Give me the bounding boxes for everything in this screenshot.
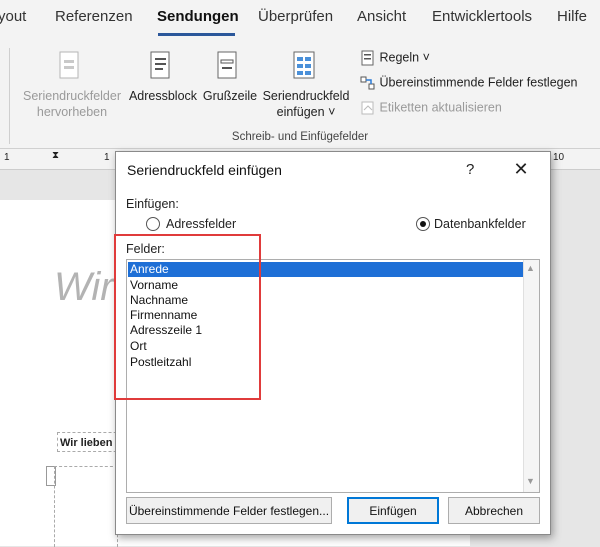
help-icon[interactable]: ? [466,161,474,178]
insert-label: Einfügen: [126,197,179,211]
tab-layout[interactable]: yout [0,8,26,25]
match-fields-label: Übereinstimmende Felder festlegen [379,75,578,90]
scroll-up-icon[interactable]: ▲ [526,263,535,273]
address-block-icon [149,50,177,82]
document-fields-icon [58,50,86,82]
update-labels-label: Etiketten aktualisieren [379,100,502,115]
ruler-mark-center: 1 [104,152,110,163]
chevron-down-icon: ˅ [419,50,430,65]
menu-bar: yout Referenzen Sendungen Überprüfen Ans… [0,0,600,38]
active-tab-indicator [158,33,235,36]
highlight-merge-fields-label: Seriendruckfelder hervorheben [23,89,121,119]
indent-marker[interactable]: ⧗ [52,150,59,161]
radio-selected-dot [420,221,426,227]
match-fields-icon [360,75,376,91]
tab-ueberpruefen[interactable]: Überprüfen [258,8,333,25]
match-fields-button[interactable]: Übereinstimmende Felder festlegen [360,75,578,91]
greeting-line-button[interactable]: Grußzeile [200,50,260,104]
chevron-down-icon: ˅ [324,105,336,119]
close-icon[interactable]: ✕ [510,158,532,180]
greeting-line-label: Grußzeile [202,89,258,103]
radio-address-fields[interactable] [146,217,160,231]
cancel-button[interactable]: Abbrechen [448,497,540,524]
highlight-merge-fields-button[interactable]: Seriendruckfelder hervorheben [18,50,126,120]
radio-database-fields-label: Datenbankfelder [434,217,526,231]
tab-referenzen[interactable]: Referenzen [55,8,133,25]
rules-button[interactable]: Regeln ˅ [360,50,430,66]
insert-merge-field-label-2: einfügen [276,105,325,119]
greeting-line-icon [216,50,244,82]
insert-merge-field-button[interactable]: Seriendruckfeld einfügen ˅ [258,50,354,120]
update-labels-button[interactable]: Etiketten aktualisieren [360,100,502,116]
radio-database-fields[interactable] [416,217,430,231]
insert-merge-field-label-1: Seriendruckfeld [262,89,350,103]
match-fields-dialog-button[interactable]: Übereinstimmende Felder festlegen... [126,497,332,524]
dialog-title: Seriendruckfeld einfügen [127,162,282,178]
highlight-box [114,234,261,400]
insert-button[interactable]: Einfügen [347,497,439,524]
ruler-mark-right: 10 [553,152,565,163]
tab-sendungen[interactable]: Sendungen [157,8,239,25]
fields-scrollbar[interactable]: ▲ ▼ [523,260,539,492]
scroll-down-icon[interactable]: ▼ [526,476,535,486]
address-block-label: Adressblock [128,89,198,103]
radio-address-fields-label: Adressfelder [166,217,237,231]
insert-merge-field-icon [292,50,320,82]
tab-hilfe[interactable]: Hilfe [557,8,587,25]
document-frame [54,466,118,547]
update-labels-icon [360,100,376,116]
rules-label: Regeln [379,50,420,65]
address-block-button[interactable]: Adressblock [127,50,199,104]
ribbon-group-label: Schreib- und Einfügefelder [231,131,369,143]
document-heading: Wir [54,265,114,309]
ribbon-separator [9,48,10,144]
tab-ansicht[interactable]: Ansicht [357,8,406,25]
rules-icon [360,50,376,66]
ruler-mark-left: 1 [4,152,10,163]
tab-entwicklertools[interactable]: Entwicklertools [432,8,532,25]
